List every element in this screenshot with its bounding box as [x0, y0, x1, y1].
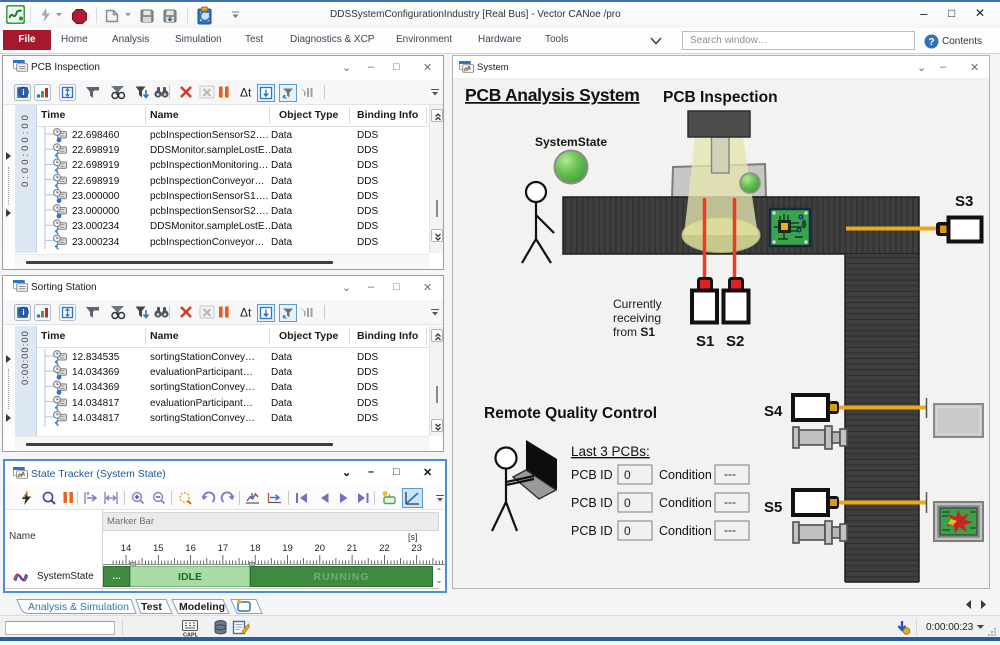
- svg-text:Currently: Currently: [613, 297, 662, 311]
- svg-text:S2: S2: [726, 333, 744, 350]
- svg-text:22: 22: [379, 543, 390, 554]
- svg-text:21: 21: [347, 543, 358, 554]
- svg-text:PCB Inspection: PCB Inspection: [663, 89, 778, 106]
- svg-text:PCB Analysis System: PCB Analysis System: [465, 85, 640, 105]
- svg-text:from S1: from S1: [613, 325, 655, 339]
- svg-text:17: 17: [218, 543, 229, 554]
- svg-text:S5: S5: [764, 499, 782, 516]
- svg-text:i: i: [22, 308, 24, 317]
- svg-text:S4: S4: [764, 403, 783, 420]
- svg-text:Test: Test: [141, 601, 162, 613]
- svg-text:Condition: Condition: [659, 468, 712, 482]
- svg-text:---: ---: [724, 495, 736, 509]
- svg-text:---: ---: [724, 467, 736, 481]
- svg-text:PCB ID: PCB ID: [571, 524, 613, 538]
- svg-text:Condition: Condition: [659, 496, 712, 510]
- svg-text:S3: S3: [955, 193, 973, 210]
- svg-text:16: 16: [185, 543, 196, 554]
- svg-text:15: 15: [153, 543, 164, 554]
- svg-text:Condition: Condition: [659, 524, 712, 538]
- svg-text:Remote Quality Control: Remote Quality Control: [484, 405, 657, 422]
- svg-text:Modeling: Modeling: [179, 601, 225, 613]
- svg-text:0: 0: [624, 468, 631, 482]
- svg-text:PCB ID: PCB ID: [571, 496, 613, 510]
- svg-text:?: ?: [928, 37, 934, 48]
- svg-text:19: 19: [282, 543, 293, 554]
- svg-text:Last 3 PCBs:: Last 3 PCBs:: [571, 444, 650, 459]
- svg-text:Δt: Δt: [240, 86, 252, 100]
- svg-text:20: 20: [315, 543, 326, 554]
- svg-text:---: ---: [724, 523, 736, 537]
- svg-text:23: 23: [411, 543, 422, 554]
- svg-text:0: 0: [624, 524, 631, 538]
- svg-text:i: i: [22, 88, 24, 97]
- svg-text:Δt: Δt: [240, 306, 252, 320]
- svg-text:18: 18: [250, 543, 261, 554]
- svg-text:SystemState: SystemState: [535, 135, 607, 149]
- svg-text:14: 14: [121, 543, 132, 554]
- svg-text:S1: S1: [696, 333, 714, 350]
- svg-text:[s]: [s]: [408, 532, 418, 542]
- svg-text:receiving: receiving: [613, 311, 661, 325]
- svg-text:PCB ID: PCB ID: [571, 468, 613, 482]
- svg-text:Analysis & Simulation: Analysis & Simulation: [28, 601, 129, 613]
- svg-text:0: 0: [624, 496, 631, 510]
